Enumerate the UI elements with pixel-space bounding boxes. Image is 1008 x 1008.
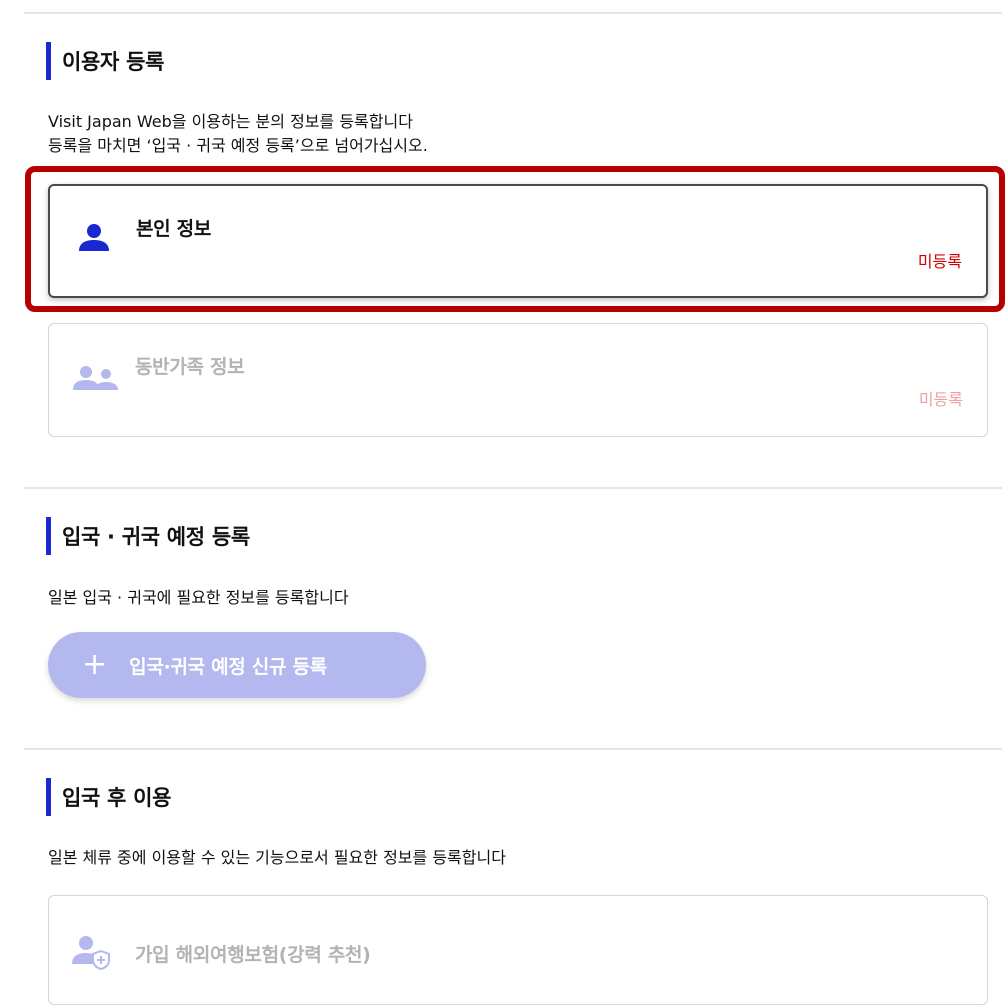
section-title-text: 입국 · 귀국 예정 등록 xyxy=(62,525,250,549)
section-title-text: 이용자 등록 xyxy=(62,50,165,74)
highlight-frame xyxy=(25,166,1005,312)
top-divider xyxy=(24,12,1002,14)
section-title-user-registration: 이용자 등록 xyxy=(46,42,164,80)
travel-insurance-label: 가입 해외여행보험(강력 추천) xyxy=(135,944,371,966)
title-accent-bar xyxy=(46,42,51,80)
section-title-text: 입국 후 이용 xyxy=(62,786,172,810)
family-info-label: 동반가족 정보 xyxy=(135,356,245,378)
section-divider-1 xyxy=(24,487,1002,489)
family-info-card[interactable]: 동반가족 정보 미등록 xyxy=(48,323,988,437)
title-accent-bar xyxy=(46,517,51,555)
description-line-1: Visit Japan Web을 이용하는 분의 정보를 등록합니다 xyxy=(48,112,413,131)
add-entry-return-label: 입국·귀국 예정 신규 등록 xyxy=(129,655,327,678)
page: 이용자 등록 Visit Japan Web을 이용하는 분의 정보를 등록합니… xyxy=(0,0,1008,1008)
section-title-entry-return: 입국 · 귀국 예정 등록 xyxy=(46,517,250,555)
family-info-status: 미등록 xyxy=(918,390,963,409)
section-title-after-entry: 입국 후 이용 xyxy=(46,778,171,816)
add-entry-return-button[interactable]: + 입국·귀국 예정 신규 등록 xyxy=(48,632,426,698)
section-divider-2 xyxy=(24,748,1002,750)
insurance-person-icon xyxy=(71,934,111,974)
plus-icon: + xyxy=(82,647,108,682)
people-icon xyxy=(71,358,121,398)
after-entry-description: 일본 체류 중에 이용할 수 있는 기능으로서 필요한 정보를 등록합니다 xyxy=(48,848,506,867)
description-line-2: 등록을 마치면 ‘입국 · 귀국 예정 등록’으로 넘어가십시오. xyxy=(48,136,428,155)
travel-insurance-card[interactable]: 가입 해외여행보험(강력 추천) xyxy=(48,895,988,1005)
user-registration-description: Visit Japan Web을 이용하는 분의 정보를 등록합니다 등록을 마… xyxy=(48,110,428,158)
title-accent-bar xyxy=(46,778,51,816)
entry-return-description: 일본 입국 · 귀국에 필요한 정보를 등록합니다 xyxy=(48,588,349,607)
